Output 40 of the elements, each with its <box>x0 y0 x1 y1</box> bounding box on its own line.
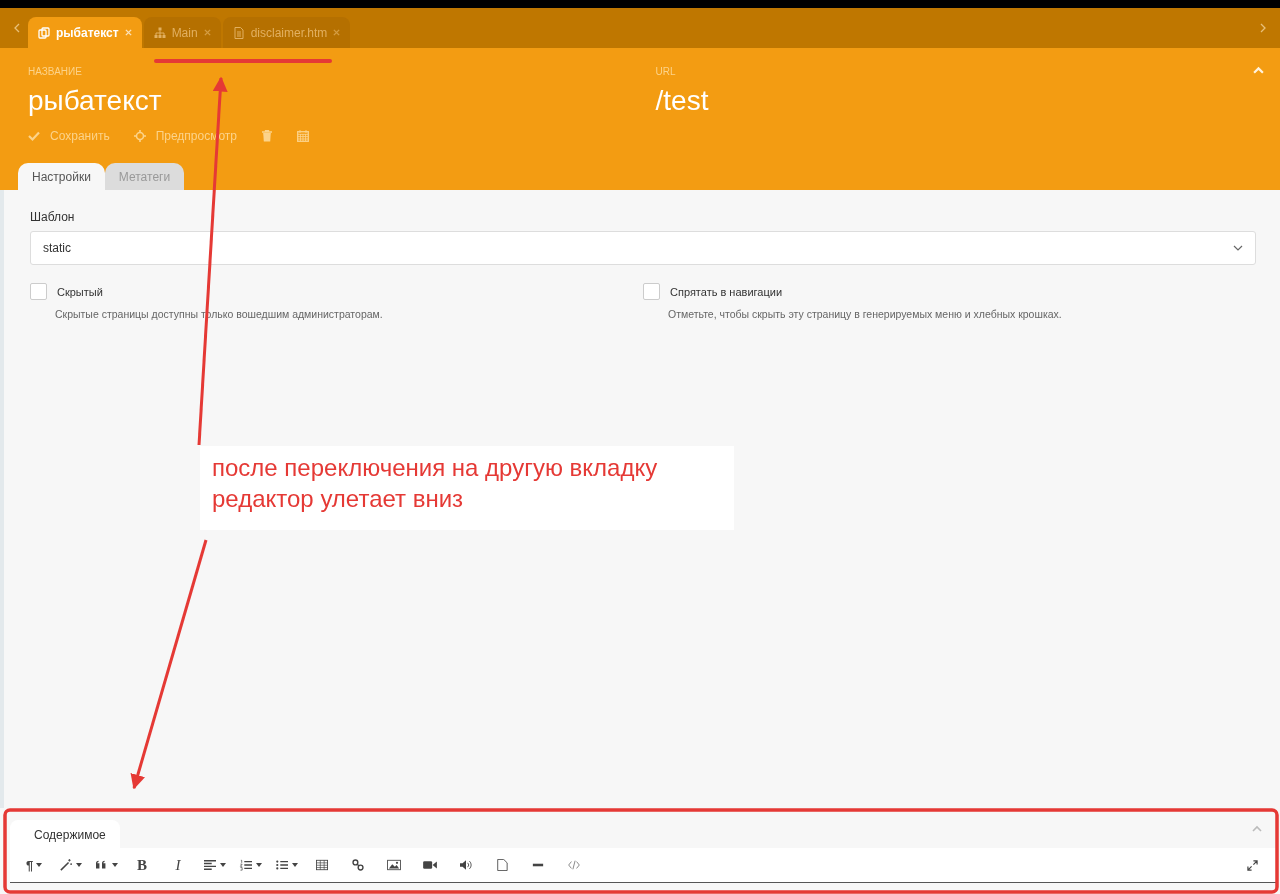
pages-icon <box>38 26 50 39</box>
checkbox-label[interactable]: Спрятать в навигации <box>670 285 783 298</box>
align-left-icon <box>202 859 217 871</box>
field-label: НАЗВАНИЕ <box>28 66 82 77</box>
hint-text: Отметьте, чтобы скрыть эту страницу в генерируемых меню и хлебных крошках. <box>668 308 1063 320</box>
checkmark-icon <box>28 130 40 142</box>
fullscreen-icon[interactable] <box>1247 859 1258 871</box>
crosshair-icon <box>133 130 146 142</box>
form-tab[interactable]: Настройки <box>18 163 105 190</box>
code-icon <box>567 859 581 871</box>
checkbox[interactable] <box>643 283 660 300</box>
checkbox-label[interactable]: Скрытый <box>57 285 103 298</box>
document-icon <box>232 26 245 39</box>
calendar-icon[interactable] <box>297 130 310 142</box>
toolbar-button[interactable]: B <box>124 850 160 880</box>
image-icon <box>387 859 401 871</box>
field-label: URL <box>655 66 676 77</box>
chevron-down-icon <box>1233 245 1243 251</box>
sitemap-icon <box>153 26 166 39</box>
editor-tab[interactable]: Содержимое <box>10 820 120 848</box>
speaker-icon <box>459 859 473 871</box>
chevron-left-icon[interactable] <box>14 23 20 33</box>
document-icon <box>495 859 509 871</box>
checkbox[interactable] <box>30 283 47 300</box>
numbered-list-icon <box>238 859 253 871</box>
link-icon <box>351 859 365 871</box>
magic-wand-icon <box>58 859 73 871</box>
close-icon[interactable] <box>333 29 341 36</box>
toolbar-button[interactable]: I <box>160 850 196 880</box>
annotation-note: после переключения на другую вкладку редактор улетает вниз <box>200 446 734 530</box>
bulleted-list-icon <box>274 859 289 871</box>
chevron-right-icon[interactable] <box>1260 23 1266 33</box>
collapse-icon[interactable] <box>1252 825 1262 832</box>
toolbar-button[interactable]: ¶ <box>16 850 52 880</box>
close-icon[interactable] <box>203 29 211 36</box>
template-dropdown[interactable]: static <box>30 231 1256 265</box>
field-label: Шаблон <box>30 210 76 224</box>
video-camera-icon <box>423 859 437 871</box>
trash-icon[interactable] <box>261 130 274 142</box>
table-icon <box>315 859 329 871</box>
